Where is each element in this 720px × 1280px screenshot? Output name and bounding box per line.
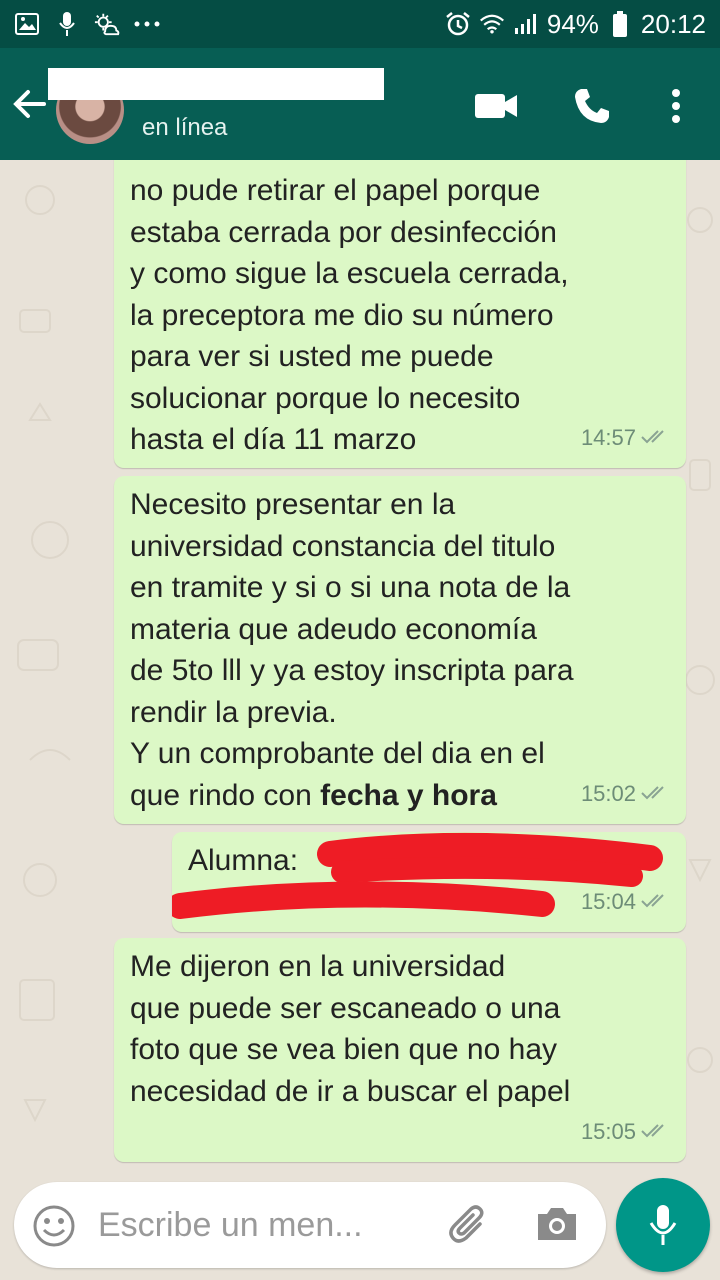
message-meta: 14:57 — [581, 417, 672, 459]
message-text-body: Necesito presentar en la universidad con… — [130, 488, 574, 812]
message-text: Necesito presentar en la universidad con… — [130, 484, 670, 816]
message-time: 14:57 — [580, 424, 636, 450]
mic-icon — [54, 11, 80, 37]
video-call-icon — [475, 94, 517, 118]
double-check-icon — [641, 894, 664, 908]
message-bubble[interactable]: no pude retirar el papel porque estaba c… — [114, 160, 686, 468]
more-vert-icon — [672, 89, 680, 123]
status-bar: 94% 20:12 — [0, 0, 720, 48]
message-time: 15:02 — [580, 780, 636, 806]
voice-message-button[interactable] — [616, 1178, 710, 1272]
signal-icon — [513, 11, 539, 37]
message-input[interactable]: Escribe un men... — [98, 1206, 363, 1245]
back-button[interactable] — [10, 84, 50, 124]
emoji-button[interactable] — [32, 1204, 76, 1248]
message-time: 15:04 — [580, 888, 636, 914]
message-meta: 15:04 — [581, 881, 672, 923]
battery-percent: 94% — [546, 8, 599, 39]
paperclip-icon — [449, 1205, 484, 1243]
chat-header: en línea — [0, 48, 720, 160]
message-meta: 15:05 — [581, 1111, 672, 1153]
phone-call-button[interactable] — [570, 84, 614, 128]
message-bubble[interactable]: Necesito presentar en la universidad con… — [114, 476, 686, 824]
contact-name-redacted[interactable] — [48, 68, 384, 100]
more-options-button[interactable] — [654, 84, 698, 128]
attach-button[interactable] — [446, 1202, 494, 1250]
back-arrow-icon — [13, 90, 46, 118]
message-bubble[interactable]: Me dijeron en la universidad que puede s… — [114, 938, 686, 1162]
more-dots-icon — [134, 11, 160, 37]
clock: 20:12 — [640, 8, 706, 39]
battery-icon — [607, 11, 633, 37]
message-time: 15:05 — [580, 1118, 636, 1144]
camera-icon — [538, 1208, 576, 1240]
mic-icon — [649, 1205, 677, 1245]
wifi-icon — [479, 11, 505, 37]
gallery-icon — [14, 11, 40, 37]
weather-icon — [94, 11, 120, 37]
message-meta: 15:02 — [581, 773, 672, 815]
message-text: Me dijeron en la universidad que puede s… — [130, 950, 571, 1108]
message-bubble[interactable]: Alumna: 15:04 — [172, 832, 686, 932]
status-right: 94% 20:12 — [445, 9, 706, 40]
chat-area[interactable]: no pude retirar el papel porque estaba c… — [0, 160, 720, 1172]
double-check-icon — [641, 1124, 664, 1138]
presence-status: en línea — [142, 114, 228, 141]
double-check-icon — [641, 430, 664, 444]
emoji-icon — [33, 1205, 75, 1247]
alarm-icon — [445, 11, 471, 37]
message-composer[interactable]: Escribe un men... — [14, 1182, 606, 1268]
camera-button[interactable] — [534, 1204, 580, 1248]
double-check-icon — [641, 786, 664, 800]
status-left — [14, 11, 160, 37]
video-call-button[interactable] — [474, 84, 518, 128]
message-bold-text: fecha y hora — [320, 778, 497, 812]
phone-call-icon — [575, 89, 609, 123]
